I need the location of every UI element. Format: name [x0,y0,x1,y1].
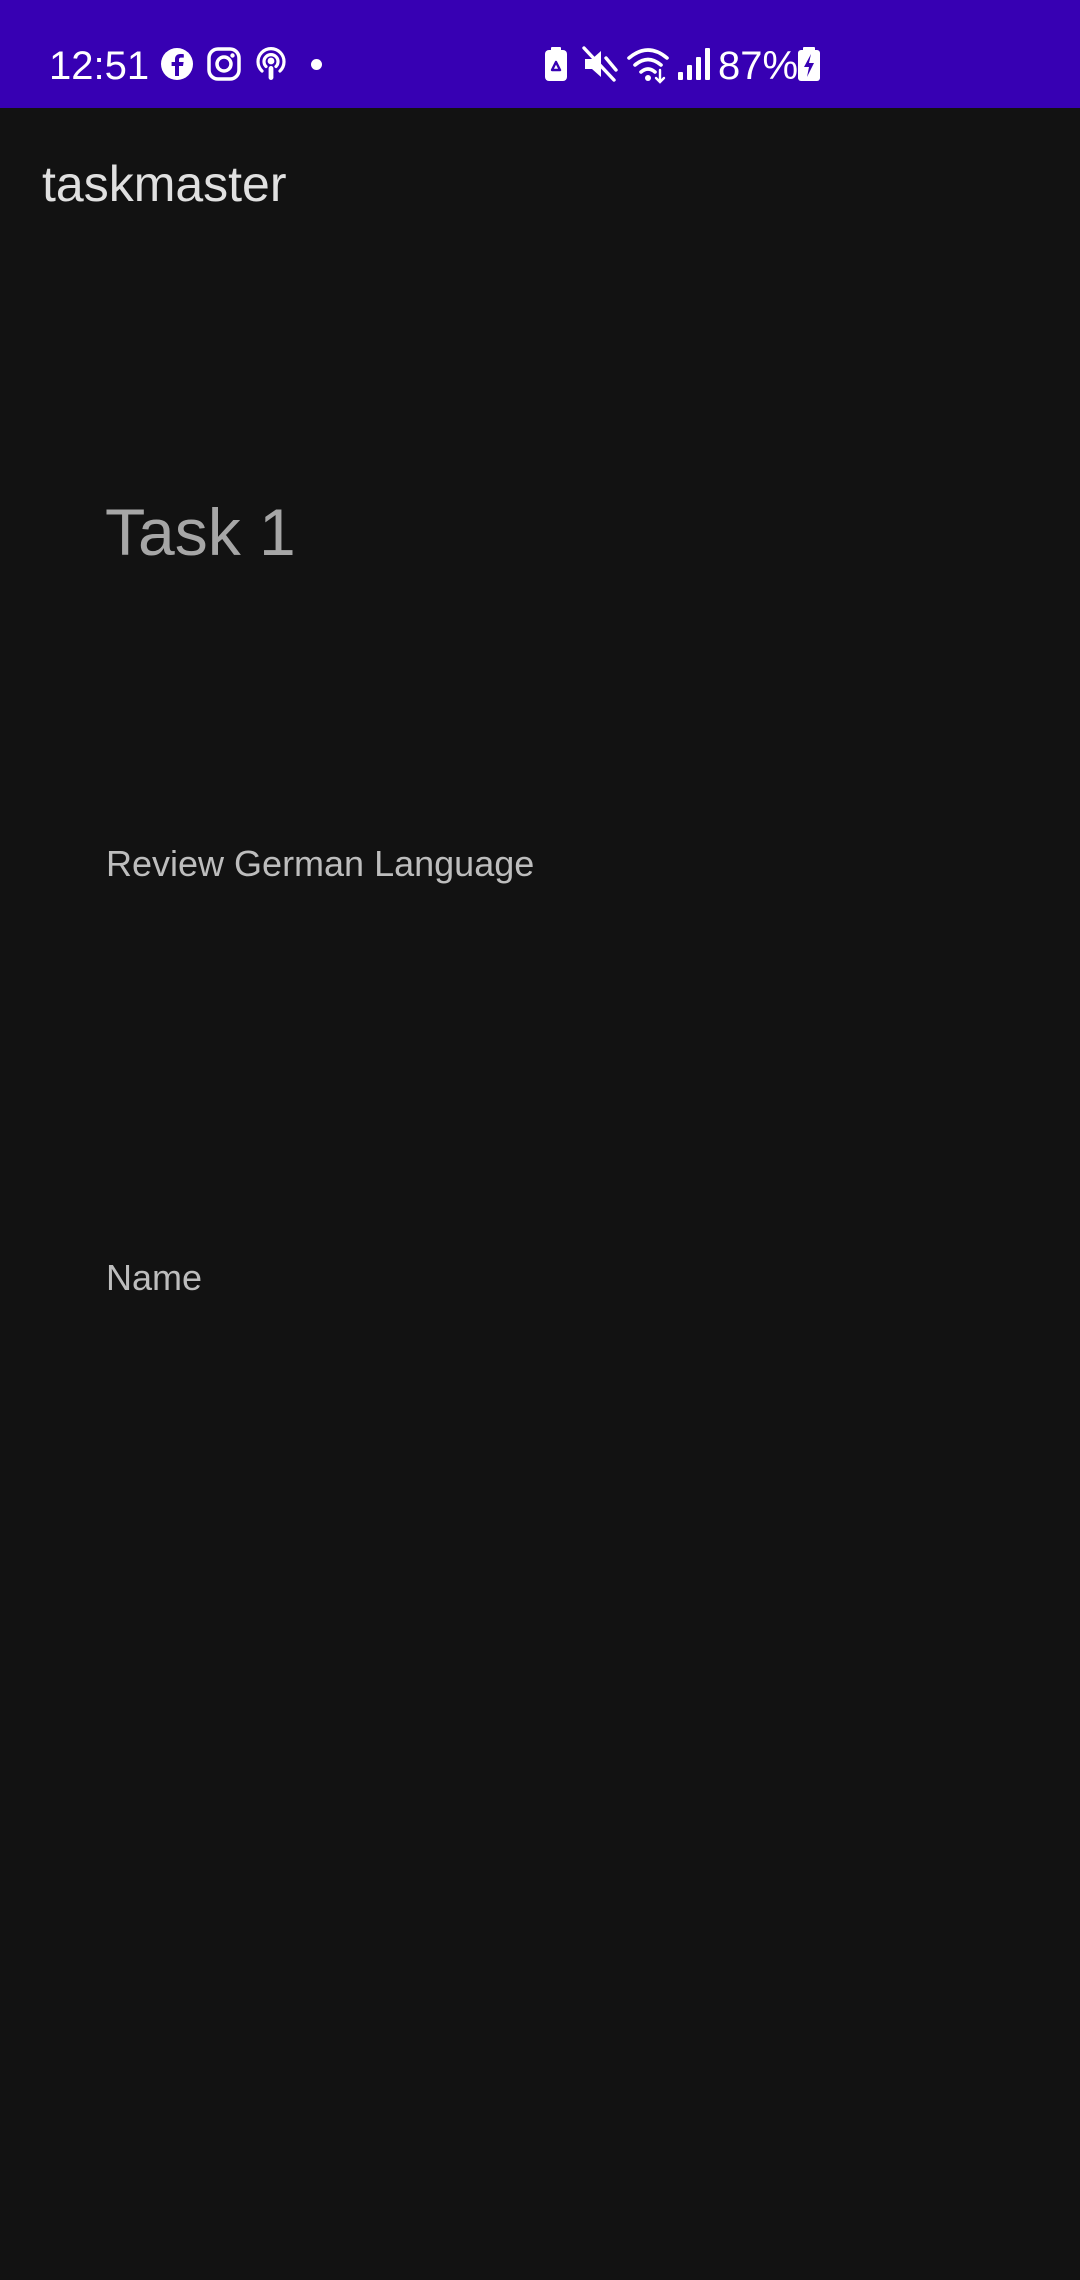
podcast-icon [251,44,291,84]
notification-dot [311,59,322,70]
wifi-icon [626,44,669,84]
instagram-icon [204,44,244,84]
mute-icon [580,44,620,84]
task-detail-screen: 12:51 87% taskmaster Task 1 Review Germa… [0,0,1080,2280]
app-title: taskmaster [42,156,287,212]
facebook-icon [157,44,197,84]
battery-charging-icon [794,44,834,84]
status-time: 12:51 [49,44,150,88]
battery-percent: 87% [718,44,799,88]
signal-icon [676,44,716,84]
battery-saver-icon [536,44,576,84]
status-bar: 12:51 87% [0,0,1080,108]
task-title: Task 1 [105,495,296,569]
task-name: Name [106,1257,203,1298]
task-description: Review German Language [106,843,535,884]
